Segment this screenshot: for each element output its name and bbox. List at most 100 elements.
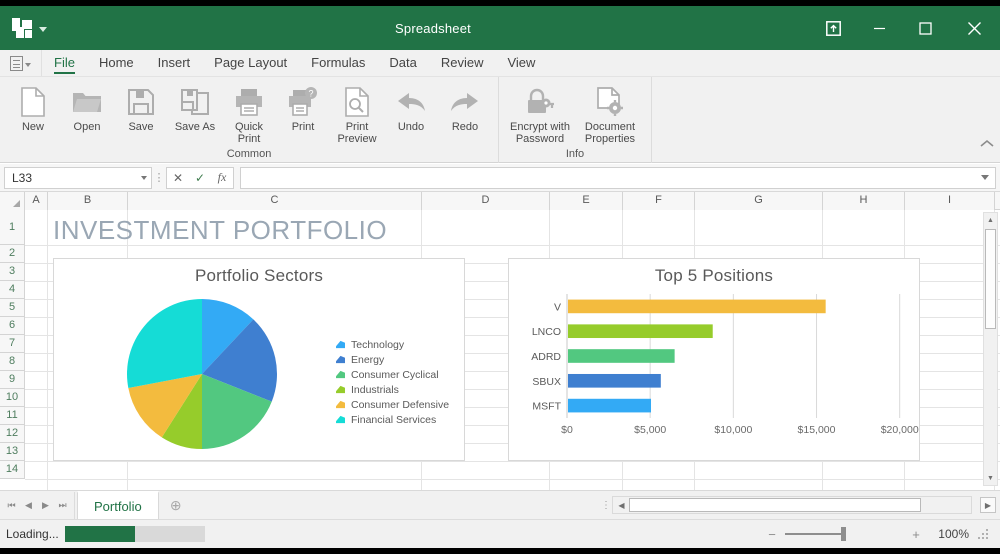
ribbon-menu-button[interactable] bbox=[0, 50, 42, 76]
row-header-14[interactable]: 14 bbox=[0, 461, 25, 479]
row-header-13[interactable]: 13 bbox=[0, 443, 25, 461]
legend-item-industrials[interactable]: Industrials bbox=[336, 382, 449, 397]
scroll-down-button[interactable]: ▼ bbox=[984, 471, 997, 485]
column-header-i[interactable]: I bbox=[905, 192, 995, 210]
zoom-level-label[interactable]: 100% bbox=[929, 527, 969, 541]
sheet-tab-portfolio[interactable]: Portfolio bbox=[77, 491, 159, 519]
cancel-formula-button[interactable]: ✕ bbox=[167, 171, 189, 185]
x-axis-tick-label: $10,000 bbox=[714, 424, 752, 436]
zoom-slider-thumb[interactable] bbox=[841, 527, 846, 541]
column-header-c[interactable]: C bbox=[128, 192, 422, 210]
row-header-12[interactable]: 12 bbox=[0, 425, 25, 443]
row-header-5[interactable]: 5 bbox=[0, 299, 25, 317]
name-box[interactable]: L33 bbox=[4, 167, 152, 189]
tab-review[interactable]: Review bbox=[429, 50, 496, 76]
add-sheet-button[interactable]: ⊕ bbox=[159, 497, 193, 514]
horizontal-scrollbar[interactable]: ◀ bbox=[612, 496, 972, 514]
print-label: Print bbox=[276, 121, 330, 133]
zoom-slider[interactable] bbox=[785, 527, 903, 541]
column-header-a[interactable]: A bbox=[25, 192, 48, 210]
insert-function-button[interactable]: fx bbox=[211, 170, 233, 185]
legend-item-consumer-cyclical[interactable]: Consumer Cyclical bbox=[336, 367, 449, 382]
tab-home[interactable]: Home bbox=[87, 50, 146, 76]
new-document-icon bbox=[20, 84, 46, 120]
open-button[interactable]: Open bbox=[60, 82, 114, 133]
quick-print-button[interactable]: Quick Print bbox=[222, 82, 276, 145]
row-header-3[interactable]: 3 bbox=[0, 263, 25, 281]
legend-item-energy[interactable]: Energy bbox=[336, 352, 449, 367]
vertical-scrollbar[interactable]: ▲ ▼ bbox=[983, 212, 998, 486]
expand-formula-bar-chevron-down-icon[interactable] bbox=[981, 175, 989, 180]
ribbon-display-options-button[interactable] bbox=[810, 6, 856, 50]
previous-sheet-button[interactable]: ◀ bbox=[20, 500, 37, 511]
formula-bar-grip[interactable]: ⋮ bbox=[152, 171, 166, 184]
column-header-g[interactable]: G bbox=[695, 192, 823, 210]
document-properties-button[interactable]: Document Properties bbox=[575, 82, 645, 145]
bar-v[interactable] bbox=[568, 300, 826, 314]
row-header-4[interactable]: 4 bbox=[0, 281, 25, 299]
column-header-d[interactable]: D bbox=[422, 192, 550, 210]
column-header-h[interactable]: H bbox=[823, 192, 905, 210]
confirm-formula-button[interactable]: ✓ bbox=[189, 171, 211, 185]
legend-item-consumer-defensive[interactable]: Consumer Defensive bbox=[336, 397, 449, 412]
tab-data[interactable]: Data bbox=[377, 50, 428, 76]
column-header-e[interactable]: E bbox=[550, 192, 623, 210]
select-all-button[interactable] bbox=[0, 192, 25, 210]
tab-page-layout[interactable]: Page Layout bbox=[202, 50, 299, 76]
new-button[interactable]: New bbox=[6, 82, 60, 133]
cell-area[interactable]: INVESTMENT PORTFOLIO Portfolio Sectors T… bbox=[25, 210, 1000, 490]
legend-item-technology[interactable]: Technology bbox=[336, 337, 449, 352]
last-sheet-button[interactable]: ⏭ bbox=[54, 500, 71, 511]
tab-formulas[interactable]: Formulas bbox=[299, 50, 377, 76]
maximize-button[interactable] bbox=[902, 6, 948, 50]
row-header-2[interactable]: 2 bbox=[0, 245, 25, 263]
row-header-10[interactable]: 10 bbox=[0, 389, 25, 407]
app-logo-area[interactable] bbox=[0, 18, 56, 38]
scroll-left-button[interactable]: ◀ bbox=[614, 501, 629, 510]
zoom-in-button[interactable]: + bbox=[910, 527, 922, 542]
pie-slice[interactable] bbox=[127, 299, 202, 388]
print-button[interactable]: ? Print bbox=[276, 82, 330, 133]
tab-view[interactable]: View bbox=[495, 50, 547, 76]
bar-lnco[interactable] bbox=[568, 324, 713, 338]
row-header-8[interactable]: 8 bbox=[0, 353, 25, 371]
x-axis-tick-label: $5,000 bbox=[634, 424, 666, 436]
save-button[interactable]: Save bbox=[114, 82, 168, 133]
legend-item-financial-services[interactable]: Financial Services bbox=[336, 412, 449, 427]
row-header-7[interactable]: 7 bbox=[0, 335, 25, 353]
row-header-1[interactable]: 1 bbox=[0, 210, 25, 245]
row-header-11[interactable]: 11 bbox=[0, 407, 25, 425]
horizontal-scroll-thumb[interactable] bbox=[629, 498, 921, 512]
resize-grip[interactable] bbox=[976, 527, 992, 541]
encrypt-with-password-button[interactable]: Encrypt with Password bbox=[505, 82, 575, 145]
column-header-b[interactable]: B bbox=[48, 192, 128, 210]
chart-top-5-positions[interactable]: Top 5 Positions MSFTSBUXADRDLNCOV$0$5,00… bbox=[508, 258, 920, 461]
row-header-9[interactable]: 9 bbox=[0, 371, 25, 389]
zoom-out-button[interactable]: − bbox=[766, 527, 778, 542]
redo-button[interactable]: Redo bbox=[438, 82, 492, 133]
next-sheet-button[interactable]: ▶ bbox=[37, 500, 54, 511]
minimize-button[interactable] bbox=[856, 6, 902, 50]
bar-sbux[interactable] bbox=[568, 374, 661, 388]
save-as-button[interactable]: Save As bbox=[168, 82, 222, 133]
name-box-chevron-down-icon[interactable] bbox=[141, 176, 147, 180]
tab-insert[interactable]: Insert bbox=[146, 50, 203, 76]
undo-button[interactable]: Undo bbox=[384, 82, 438, 133]
close-button[interactable] bbox=[948, 6, 1000, 50]
tab-file[interactable]: File bbox=[42, 50, 87, 76]
scroll-right-button[interactable]: ▶ bbox=[980, 497, 996, 513]
row-header-6[interactable]: 6 bbox=[0, 317, 25, 335]
scroll-split-grip[interactable]: ⋮ bbox=[600, 500, 612, 511]
scroll-up-button[interactable]: ▲ bbox=[984, 213, 997, 227]
quick-access-chevron-down-icon[interactable] bbox=[39, 27, 47, 32]
vertical-scroll-thumb[interactable] bbox=[985, 229, 996, 329]
first-sheet-button[interactable]: ⏮ bbox=[3, 500, 20, 511]
ribbon-tab-strip: File Home Insert Page Layout Formulas Da… bbox=[0, 50, 1000, 77]
bar-msft[interactable] bbox=[568, 399, 651, 413]
print-preview-button[interactable]: Print Preview bbox=[330, 82, 384, 145]
formula-input[interactable] bbox=[240, 167, 996, 189]
column-header-f[interactable]: F bbox=[623, 192, 695, 210]
chart-portfolio-sectors[interactable]: Portfolio Sectors Technology Energy bbox=[53, 258, 465, 461]
collapse-ribbon-button[interactable] bbox=[980, 137, 994, 151]
bar-adrd[interactable] bbox=[568, 349, 675, 363]
